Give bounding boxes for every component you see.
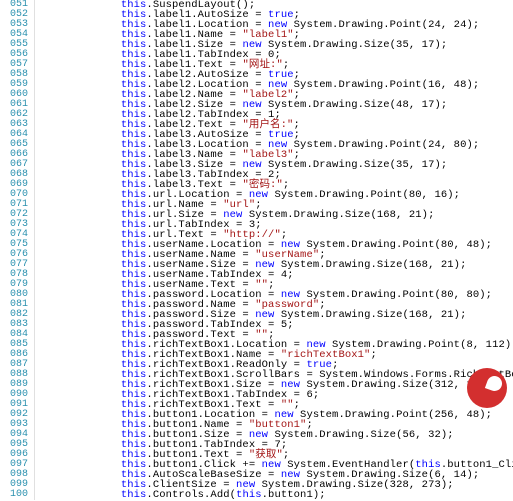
code-line[interactable]: 100 this.Controls.Add(this.button1); [0, 490, 513, 500]
line-number: 100 [0, 490, 34, 500]
watermark-badge [467, 368, 507, 408]
watermark-badge-glyph [485, 374, 504, 393]
code-content[interactable]: this.Controls.Add(this.button1); [34, 490, 326, 500]
code-editor[interactable]: 051 this.SuspendLayout();052 this.label1… [0, 0, 513, 500]
